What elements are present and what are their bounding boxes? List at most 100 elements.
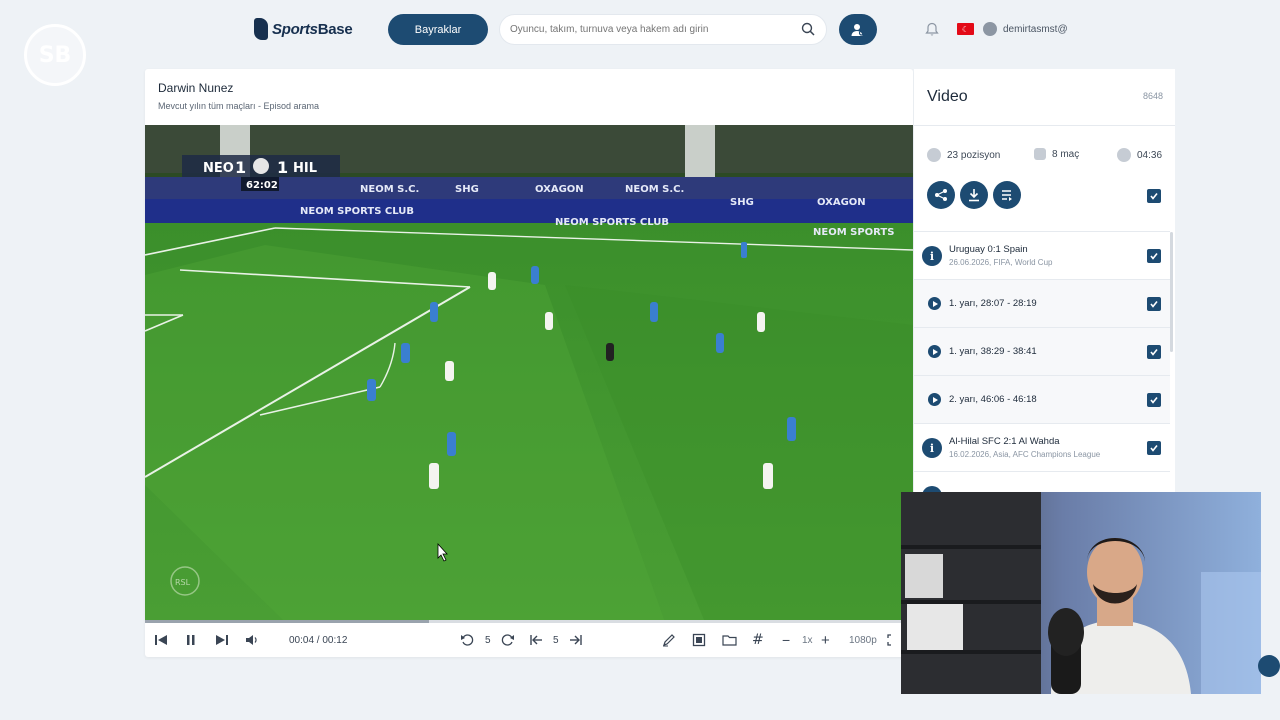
turkey-flag-icon[interactable]: ☾ [957,23,974,35]
speed-minus-icon[interactable]: − [782,632,790,648]
rewind-icon[interactable] [460,633,474,647]
duration-stat: 04:36 [1117,148,1162,162]
cleat-icon [1034,148,1046,160]
home-score: 1 [235,158,246,177]
panel-count: 8648 [1142,91,1163,101]
positions-count: 23 pozisyon [947,149,1001,161]
panel-scrollbar[interactable] [1170,232,1173,352]
pause-icon[interactable] [186,633,196,647]
matches-stat: 8 maç [1034,148,1079,160]
ad-strip-2: NEOM SPORTS CLUB [555,217,669,228]
list-item-clip[interactable]: 1. yarı, 28:07 - 28:19 [914,279,1170,327]
search-bar[interactable] [499,14,827,45]
video-progress-bar[interactable] [145,620,913,623]
play-icon[interactable] [928,297,941,310]
clip-title: 1. yarı, 28:07 - 28:19 [949,298,1037,309]
logo-text: SportsBase [272,20,353,38]
duration-value: 04:36 [1137,149,1163,161]
play-icon[interactable] [928,345,941,358]
playlist-button[interactable] [993,181,1021,209]
select-all-checkbox[interactable] [1147,189,1161,203]
webcam-overlay [901,492,1261,694]
user-search-icon [851,23,865,36]
frame-forward-icon[interactable] [569,633,583,647]
play-icon[interactable] [928,393,941,406]
search-context-subtitle: Mevcut yılın tüm maçları - Episod arama [158,101,320,111]
video-controls: 00:04 / 00:12 5 5 # − 1x + 1080p [145,624,913,657]
speed-plus-icon[interactable]: + [821,632,830,649]
draw-pen-icon[interactable] [662,633,676,647]
ad-board-2: SHG [455,184,479,195]
grid-hash-icon[interactable]: # [752,632,764,648]
match-subtitle: 26.06.2026, FIFA, World Cup [949,258,1053,267]
list-item-match[interactable] [914,471,1170,492]
panel-title: Video [927,88,968,105]
matches-count: 8 maç [1052,148,1080,160]
match-clock: 62:02 [246,180,278,191]
list-item-match[interactable]: i Uruguay 0:1 Spain 26.06.2026, FIFA, Wo… [914,231,1170,279]
rewind-seconds: 5 [485,634,491,646]
ad-board-6: OXAGON [817,197,866,208]
search-input[interactable] [510,24,790,35]
item-checkbox[interactable] [1147,249,1161,263]
play-circle-icon [927,148,941,162]
clock-icon [1117,148,1131,162]
frame-back-icon[interactable] [529,633,543,647]
bell-icon[interactable] [925,22,939,37]
item-checkbox[interactable] [1147,441,1161,455]
download-button[interactable] [960,181,988,209]
video-player[interactable]: NEOM S.C. SHG OXAGON NEOM S.C. SHG OXAGO… [145,125,913,622]
list-item-match[interactable]: i Al-Hilal SFC 2:1 Al Wahda 16.02.2026, … [914,423,1170,471]
match-video-frame: NEOM S.C. SHG OXAGON NEOM S.C. SHG OXAGO… [145,125,913,622]
logo-mark-icon [254,18,268,40]
ad-strip-1: NEOM SPORTS CLUB [300,206,414,217]
share-button[interactable] [927,181,955,209]
match-title: Uruguay 0:1 Spain [949,244,1028,255]
fullscreen-icon[interactable] [887,633,899,647]
list-item-clip[interactable]: 1. yarı, 38:29 - 38:41 [914,327,1170,375]
player-name-title: Darwin Nunez [158,81,234,95]
username-label[interactable]: demirtasmst@ [1003,24,1068,35]
frame-capture-icon[interactable] [692,633,706,647]
user-avatar-icon[interactable] [983,22,997,36]
league-logo-text: RSL [175,578,191,587]
item-checkbox[interactable] [1147,297,1161,311]
away-score: 1 [277,158,288,177]
info-icon: i [922,246,942,266]
time-display: 00:04 / 00:12 [289,634,348,646]
ad-board-5: SHG [730,197,754,208]
home-team: NEO [203,161,234,176]
webcam-image [901,492,1261,694]
list-item-clip[interactable]: 2. yarı, 46:06 - 46:18 [914,375,1170,423]
folder-icon[interactable] [722,633,737,647]
video-card: Darwin Nunez Mevcut yılın tüm maçları - … [145,69,913,657]
ad-board-4: NEOM S.C. [625,184,684,195]
positions-stat: 23 pozisyon [927,148,1000,162]
forward-icon[interactable] [501,633,515,647]
frame-step-value: 5 [553,634,559,646]
ad-board-1: NEOM S.C. [360,184,419,195]
away-team: HIL [293,161,317,176]
search-icon[interactable] [801,22,815,36]
info-icon: i [922,438,942,458]
chat-bubble-icon[interactable] [1258,655,1280,677]
referee [606,343,614,361]
match-title: Al-Hilal SFC 2:1 Al Wahda [949,436,1060,447]
quality-selector[interactable]: 1080p [849,633,877,647]
player-search-button[interactable] [839,14,877,45]
share-icon [935,189,947,201]
playlist-icon [1002,190,1012,201]
playback-speed: 1x [802,634,813,646]
video-progress-fill [145,620,430,623]
skip-forward-icon[interactable] [215,633,229,647]
skip-back-icon[interactable] [154,633,168,647]
clip-title: 2. yarı, 46:06 - 46:18 [949,394,1037,405]
sportsbase-logo[interactable]: SportsBase [254,18,353,40]
item-checkbox[interactable] [1147,345,1161,359]
flags-button[interactable]: Bayraklar [388,14,488,45]
item-checkbox[interactable] [1147,393,1161,407]
download-icon [969,189,979,202]
watermark-logo: SB [24,24,86,86]
volume-icon[interactable] [245,633,259,647]
video-playlist-panel: Video 8648 23 pozisyon 8 maç 04:36 i Uru… [914,69,1175,492]
